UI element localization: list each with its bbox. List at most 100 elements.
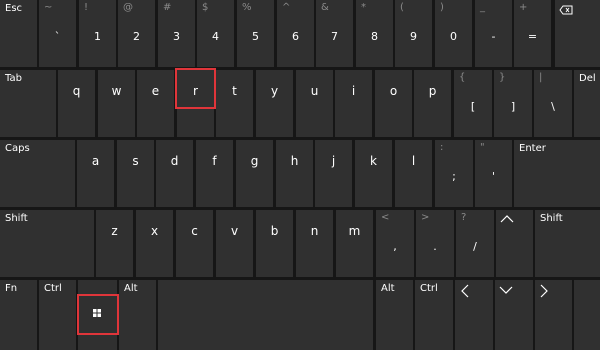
key-arrow-right[interactable] [535,280,572,350]
key-letter-a[interactable]: a [77,140,114,207]
key-letter-s[interactable]: s [117,140,154,207]
key-letter-c-label: c [191,224,198,238]
key-letter-y[interactable]: y [256,70,293,137]
key-letter-q[interactable]: q [58,70,95,137]
key-ctrl-right-label: Ctrl [420,283,438,294]
key-digit-4[interactable]: $4 [197,0,234,67]
key-letter-x-label: x [150,224,159,238]
key-letter-j[interactable]: j [315,140,352,207]
key-letter-g[interactable]: g [236,140,273,207]
key-digit-8[interactable]: * 8 [356,0,393,67]
key-arrow-down[interactable] [495,280,533,350]
key-digit-0[interactable]: ~ ` [39,0,76,67]
key-letter-z[interactable]: z [96,210,133,277]
key-letter-e[interactable]: e [137,70,174,137]
key-esc[interactable]: Esc [0,0,37,67]
key-letter-o[interactable]: o [375,70,412,137]
key-shift-left[interactable]: Shift [0,210,94,277]
key-letter-k-label: k [370,154,377,168]
key-letter-x[interactable]: x [136,210,173,277]
key-bracket-2-base: \ [551,100,555,113]
key-letter-b[interactable]: b [256,210,293,277]
key-letter-i-label: i [351,84,356,98]
highlight-windows-key [77,294,119,335]
key-shift-left-label: Shift [5,213,28,224]
key-arrow-up[interactable] [496,210,533,277]
arrow-left-icon [461,284,469,298]
key-space[interactable] [158,280,373,350]
key-digit-1[interactable]: ! 1 [79,0,116,67]
key-digit-10-base: 0 [450,30,457,43]
key-digit-5[interactable]: % 5 [237,0,274,67]
key-backspace[interactable] [555,0,600,67]
key-letter-p[interactable]: p [414,70,451,137]
key-letter-c[interactable]: c [176,210,213,277]
key-enter[interactable]: Enter [514,140,600,207]
key-enter-label: Enter [519,143,546,154]
key-digit-9[interactable]: (9 [395,0,432,67]
key-letter-m[interactable]: m [336,210,373,277]
key-letter-w[interactable]: w [98,70,135,137]
key-letter-d[interactable]: d [156,140,193,207]
key-bracket-1-base: ] [510,100,516,113]
key-letter-y-label: y [270,84,279,98]
key-digit-4-base: 4 [212,30,219,43]
key-letter-v[interactable]: v [216,210,253,277]
key-letter-a-label: a [91,154,100,168]
key-quote[interactable]: " ' [475,140,512,207]
key-digit-3-base: 3 [173,30,180,43]
key-letter-m-label: m [348,224,361,238]
key-shift-right[interactable]: Shift [535,210,600,277]
key-digit-2-shift: @ [123,2,133,13]
key-letter-w-label: w [111,84,122,98]
key-digit-3[interactable]: #3 [158,0,195,67]
key-bracket-2[interactable]: | \ [534,70,572,137]
key-ctrl-left[interactable]: Ctrl [39,280,76,350]
key-digit-12[interactable]: + = [514,0,551,67]
key-digit-2[interactable]: @2 [118,0,155,67]
key-letter-j-label: j [331,154,336,168]
key-tab-label: Tab [5,73,22,84]
key-digit-9-shift: ( [400,2,404,13]
key-period[interactable]: > . [416,210,454,277]
key-digit-6[interactable]: ^ 6 [277,0,314,67]
key-digit-5-shift: % [242,2,252,13]
key-digit-7-base: 7 [331,30,338,43]
key-letter-l[interactable]: l [395,140,432,207]
backspace-icon [559,5,573,15]
key-bracket-0[interactable]: {[ [454,70,492,137]
key-comma[interactable]: < , [376,210,414,277]
key-letter-i[interactable]: i [335,70,372,137]
key-fn[interactable]: Fn [0,280,37,350]
key-digit-11[interactable]: _ - [475,0,512,67]
key-tab[interactable]: Tab [0,70,56,137]
key-shift-right-label: Shift [540,213,563,224]
key-bracket-1[interactable]: }] [494,70,532,137]
key-caps[interactable]: Caps [0,140,75,207]
key-digit-10[interactable]: ) 0 [435,0,472,67]
key-alt-left[interactable]: Alt [119,280,156,350]
key-letter-k[interactable]: k [355,140,392,207]
key-esc-label: Esc [5,3,23,14]
key-digit-1-base: 1 [94,30,101,43]
key-letter-t[interactable]: t [216,70,253,137]
key-semicolon[interactable]: : ; [435,140,473,207]
key-letter-h[interactable]: h [276,140,313,207]
key-del[interactable]: Del [574,70,600,137]
key-letter-f[interactable]: f [196,140,233,207]
key-letter-b-label: b [270,224,279,238]
key-letter-u[interactable]: u [296,70,333,137]
key-arrow-left[interactable] [455,280,493,350]
key-ctrl-right[interactable]: Ctrl [415,280,453,350]
key-menu[interactable] [574,280,600,350]
key-del-label: Del [579,73,596,84]
key-digit-5-base: 5 [252,30,259,43]
key-alt-right[interactable]: Alt [376,280,413,350]
key-digit-7[interactable]: & 7 [316,0,353,67]
key-digit-6-shift: ^ [282,2,291,13]
key-slash[interactable]: ? / [456,210,494,277]
key-quote-shift: " [480,142,485,153]
key-letter-s-label: s [132,154,139,168]
key-letter-n[interactable]: n [296,210,333,277]
key-bracket-1-shift: } [499,72,506,83]
